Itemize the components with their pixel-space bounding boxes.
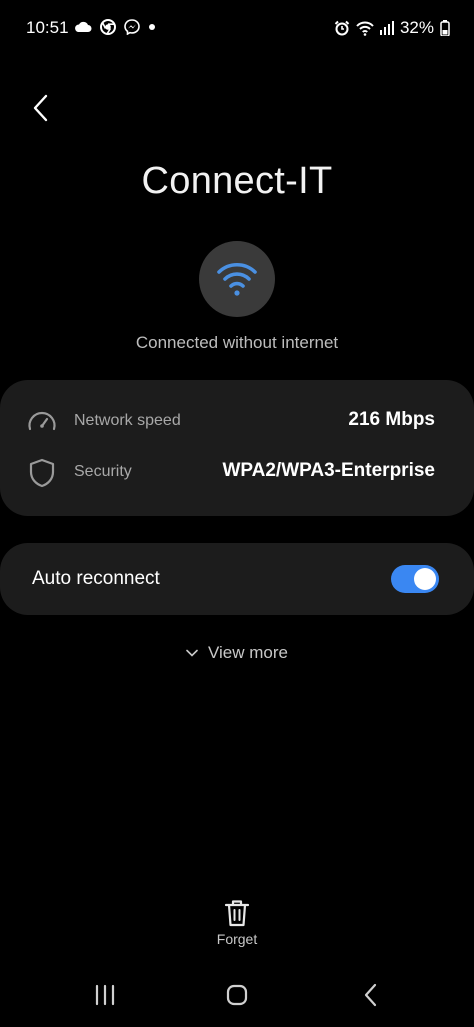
back-button[interactable]	[26, 90, 58, 126]
view-more-button[interactable]: View more	[0, 643, 474, 663]
network-speed-value: 216 Mbps	[348, 409, 435, 430]
trash-icon	[224, 900, 250, 927]
status-bar: 10:51 32%	[0, 0, 474, 56]
navigation-bar	[0, 968, 474, 1020]
status-time: 10:51	[26, 18, 69, 37]
forget-button[interactable]: Forget	[197, 896, 277, 952]
toggle-knob	[414, 568, 436, 590]
chevron-down-icon	[186, 649, 198, 657]
security-value: WPA2/WPA3-Enterprise	[222, 460, 435, 481]
battery-icon	[440, 20, 450, 36]
system-icons: 32%	[334, 18, 450, 38]
chrome-icon	[100, 19, 116, 35]
network-speed-row: Network speed 216 Mbps	[0, 400, 474, 444]
cell-signal-icon	[379, 21, 394, 35]
auto-reconnect-card[interactable]: Auto reconnect	[0, 543, 474, 615]
back-icon	[364, 983, 377, 1007]
security-label: Security	[74, 463, 132, 480]
connection-status: Connected without internet	[135, 333, 339, 352]
view-more-label: View more	[208, 643, 288, 662]
recents-button[interactable]	[90, 980, 120, 1010]
recents-icon	[95, 984, 115, 1006]
dot-icon	[149, 24, 155, 30]
security-row: Security WPA2/WPA3-Enterprise	[0, 451, 474, 495]
messenger-icon	[124, 19, 140, 35]
auto-reconnect-label: Auto reconnect	[32, 568, 160, 589]
speedometer-icon	[28, 411, 56, 431]
shield-icon	[29, 458, 55, 488]
home-icon	[226, 984, 248, 1006]
network-speed-label: Network speed	[74, 412, 181, 429]
cloud-icon	[75, 21, 92, 32]
auto-reconnect-toggle[interactable]	[391, 565, 439, 593]
wifi-status-circle	[199, 241, 275, 317]
wifi-icon	[217, 262, 257, 296]
home-button[interactable]	[222, 980, 252, 1010]
chevron-left-icon	[33, 94, 48, 122]
forget-label: Forget	[216, 931, 258, 947]
wifi-signal-icon	[356, 21, 374, 36]
battery-percent: 32%	[399, 18, 434, 37]
network-name-title: Connect-IT	[141, 160, 333, 202]
nav-back-button[interactable]	[356, 980, 386, 1010]
alarm-icon	[334, 20, 350, 36]
notification-icons	[74, 19, 156, 35]
